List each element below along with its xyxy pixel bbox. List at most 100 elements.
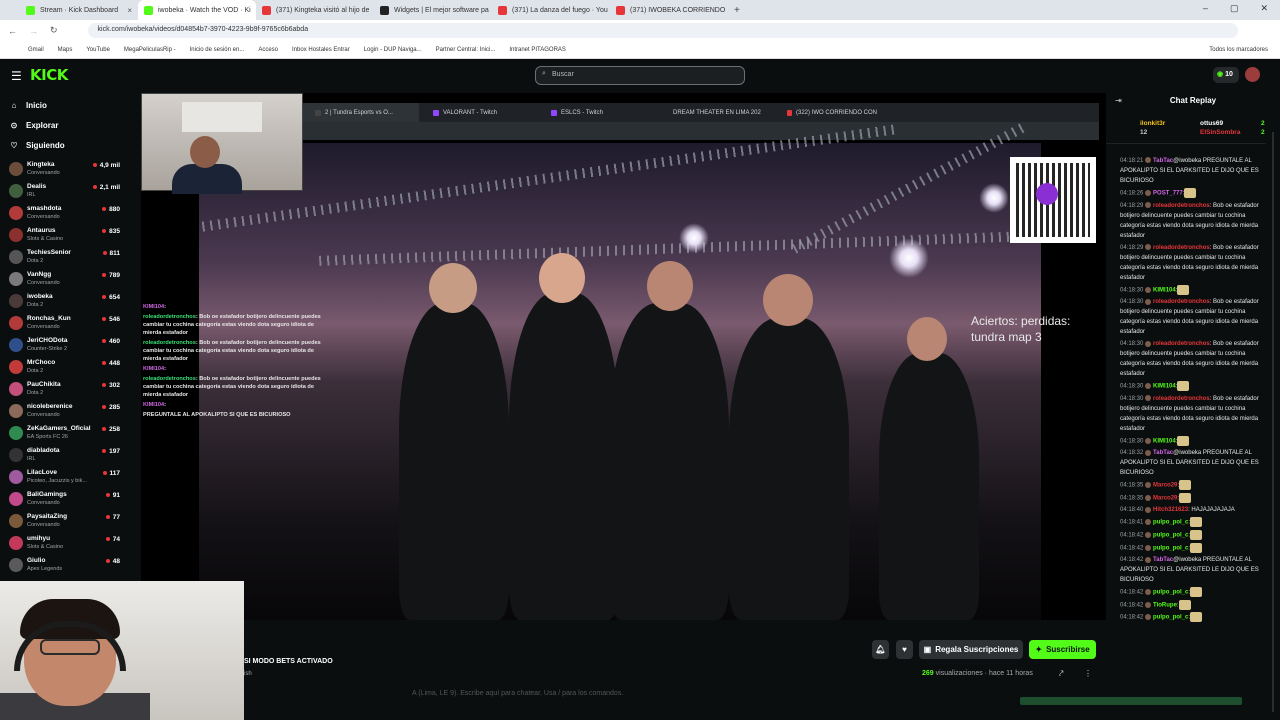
sidebar-channel[interactable]: Antaurus Slots & Casino 835 (8, 225, 122, 247)
chat-username[interactable]: Hitch321623 (1153, 507, 1188, 513)
chat-username[interactable]: TabTac (1153, 158, 1173, 164)
browser-tab[interactable]: (371) IWOBEKA CORRIENDO× (610, 0, 728, 20)
sidebar-channel[interactable]: TechiesSenior Dota 2 811 (8, 247, 122, 269)
user-avatar[interactable] (1245, 67, 1260, 82)
emote-icon (1190, 517, 1203, 528)
sidebar-channel[interactable]: Ronchas_Kun Conversando 546 (8, 313, 122, 335)
bookmark-item[interactable]: Partner Central: Inici... (436, 47, 496, 53)
bookmark-item[interactable]: Inbox Hostales Entrar (292, 47, 350, 53)
viewer-count: 4,9 mil (93, 162, 120, 169)
sidebar-channel[interactable]: ZeKaGamers_Oficial EA Sports FC 26 258 (8, 423, 122, 445)
minimize-icon[interactable]: – (1203, 3, 1208, 14)
bookmark-item[interactable]: Gmail (28, 47, 44, 53)
video-player[interactable]: 2 | Tundra Esports vs O... VALORANT - Twi… (141, 93, 1106, 620)
bookmark-item[interactable]: Maps (58, 47, 73, 53)
channel-category: Conversando (27, 280, 60, 286)
chat-username[interactable]: pulpo_pol_c (1153, 520, 1188, 526)
subscribe-button[interactable]: ✦ Suscribirse (1029, 640, 1096, 659)
gifter-2[interactable]: ottus69 (1200, 120, 1223, 127)
sidebar-channel[interactable]: PauChikita Dota 2 302 (8, 379, 122, 401)
bookmark-item[interactable]: Intranet PITAGORAS (509, 47, 566, 53)
chat-input-bar[interactable] (1020, 697, 1242, 705)
sidebar-channel[interactable]: smashdota Conversando 880 (8, 203, 122, 225)
nav-explorar[interactable]: ⊙ Explorar (9, 121, 59, 130)
chat-username[interactable]: TabTac (1153, 450, 1173, 456)
kick-logo[interactable]: KICK (30, 66, 68, 84)
gift-subs-button[interactable]: ▣ Regala Suscripciones (919, 640, 1023, 659)
menu-icon[interactable]: ☰ (11, 69, 22, 83)
tab-close-icon[interactable]: × (127, 6, 132, 15)
chat-username[interactable]: TioRupe (1153, 602, 1177, 608)
heart-icon: ♥ (902, 645, 907, 654)
chat-username[interactable]: roleadordetronchos (1153, 203, 1210, 209)
chat-username[interactable]: KIMI104 (1153, 438, 1176, 444)
follow-button[interactable]: ♥ (896, 640, 913, 659)
bookmark-item[interactable]: YouTube (86, 47, 110, 53)
sidebar-channel[interactable]: nicoleberenice Conversando 285 (8, 401, 122, 423)
browser-tab[interactable]: (371) Kingteka visitó al hijo de × (256, 0, 374, 20)
back-icon[interactable]: ← (8, 26, 17, 36)
sidebar-channel[interactable]: Giulio Apex Legends 48 (8, 555, 122, 577)
nav-siguiendo[interactable]: ♡ Siguiendo (9, 141, 64, 150)
new-tab-icon[interactable]: + (734, 5, 740, 16)
chat-username[interactable]: POST_777 (1153, 191, 1183, 197)
other-bookmarks[interactable]: Todos los marcadores (1209, 47, 1268, 53)
browser-tab[interactable]: Widgets | El mejor software pa× (374, 0, 492, 20)
close-icon[interactable]: ✕ (1260, 3, 1268, 14)
viewer-count: 546 (102, 316, 120, 323)
chat-username[interactable]: pulpo_pol_c (1153, 533, 1188, 539)
browser-tab[interactable]: (371) La danza del fuego · You× (492, 0, 610, 20)
forward-icon[interactable]: → (29, 26, 38, 36)
bookmark-item[interactable]: Acceso (258, 47, 278, 53)
sidebar-channel[interactable]: LilacLove Picoteo, Jacuzzis y bik... 117 (8, 467, 122, 489)
notification-button[interactable]: 🔔︎ (872, 640, 889, 659)
chat-username[interactable]: Marco29 (1153, 495, 1177, 501)
chat-scrollbar[interactable] (1272, 132, 1274, 712)
sidebar-channel[interactable]: BaliGamings Conversando 91 (8, 489, 122, 511)
chat-username[interactable]: pulpo_pol_c (1153, 545, 1188, 551)
sidebar-channel[interactable]: Dealis IRL 2,1 mil (8, 181, 122, 203)
sidebar-channel[interactable]: JeriCHODota Counter-Strike 2 460 (8, 335, 122, 357)
browser-tab[interactable]: iwobeka · Watch the VOD · Ki× (138, 0, 256, 20)
bookmark-item[interactable]: MegaPeliculasRip - (124, 47, 176, 53)
chat-username[interactable]: roleadordetronchos (1153, 396, 1210, 402)
maximize-icon[interactable]: ▢ (1230, 3, 1239, 14)
star-icon: ✦ (1035, 645, 1043, 654)
search-input[interactable]: ⌕ Buscar (535, 66, 745, 85)
channel-category: Conversando (27, 170, 60, 176)
more-options-icon[interactable]: ⋮ (1084, 669, 1092, 678)
chat-username[interactable]: roleadordetronchos (1153, 245, 1210, 251)
reload-icon[interactable]: ↻ (50, 25, 58, 36)
chat-username[interactable]: roleadordetronchos (1153, 299, 1210, 305)
compass-icon: ⊙ (10, 121, 18, 130)
channel-name: TechiesSenior (27, 249, 71, 256)
gifter-1[interactable]: ilonkit3r (1140, 120, 1165, 127)
chat-username[interactable]: TabTac (1153, 557, 1173, 563)
url-input[interactable]: kick.com/iwobeka/videos/d04854b7-3970-42… (87, 23, 1238, 38)
bookmark-item[interactable]: Login - DUP Naviga... (364, 47, 422, 53)
window-controls[interactable]: – ▢ ✕ (1203, 3, 1268, 14)
sidebar-channel[interactable]: MrChoco Dota 2 448 (8, 357, 122, 379)
chat-username[interactable]: KIMI104 (1153, 287, 1176, 293)
user-badge-icon (1145, 494, 1152, 501)
chat-timestamp: 04:18:40 (1120, 507, 1144, 514)
sidebar-channel[interactable]: umihyu Slots & Casino 74 (8, 533, 122, 555)
sidebar-channel[interactable]: VanNgg Conversando 789 (8, 269, 122, 291)
gifter-3[interactable]: ElSinSombra (1200, 129, 1240, 136)
chat-username[interactable]: pulpo_pol_c (1153, 590, 1188, 596)
sidebar-channel[interactable]: iwobeka Dota 2 654 (8, 291, 122, 313)
browser-tab[interactable]: Stream · Kick Dashboard × (20, 0, 138, 20)
sidebar-channel[interactable]: diabladota IRL 197 (8, 445, 122, 467)
chat-username[interactable]: roleadordetronchos (1153, 341, 1210, 347)
points-badge[interactable]: ◉ 10 (1213, 67, 1239, 83)
chat-username[interactable]: KIMI104 (1153, 384, 1176, 390)
chat-username[interactable]: pulpo_pol_c (1153, 615, 1188, 621)
sidebar-channel[interactable]: PaysaitaZing Conversando 77 (8, 511, 122, 533)
bookmark-item[interactable]: Inicio de sesión en... (190, 47, 245, 53)
channel-category: Conversando (27, 522, 60, 528)
chat-username[interactable]: Marco29 (1153, 483, 1177, 489)
share-icon[interactable]: ⤤ (1059, 669, 1064, 679)
nav-inicio[interactable]: ⌂ Inicio (9, 101, 47, 110)
channel-category: Dota 2 (27, 368, 44, 374)
sidebar-channel[interactable]: Kingteka Conversando 4,9 mil (8, 159, 122, 181)
